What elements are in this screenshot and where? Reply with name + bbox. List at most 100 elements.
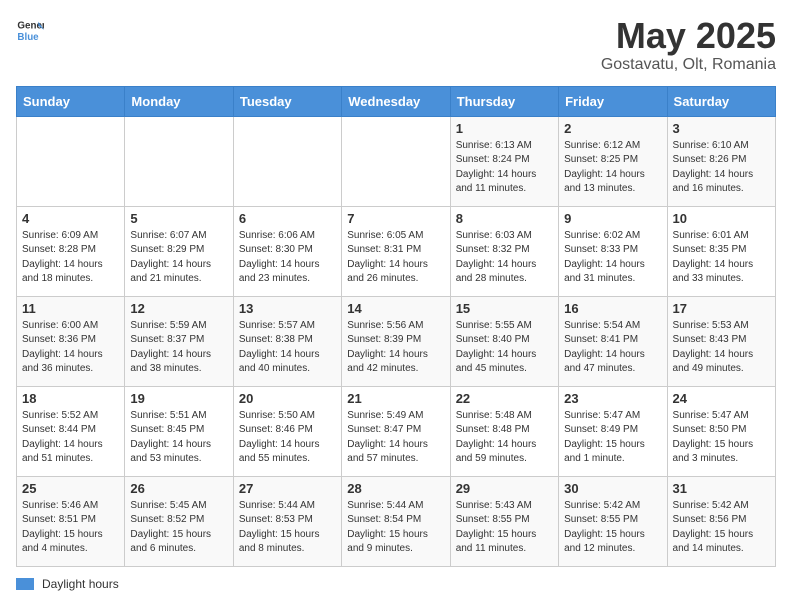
day-number: 1 <box>456 121 553 136</box>
week-row-2: 4Sunrise: 6:09 AM Sunset: 8:28 PM Daylig… <box>17 206 776 296</box>
day-info: Sunrise: 5:54 AM Sunset: 8:41 PM Dayligh… <box>564 319 661 377</box>
calendar-cell: 28 Sunrise: 5:44 AM Sunset: 8:54 PM Dayli… <box>342 476 450 566</box>
day-number: 29 <box>456 481 553 496</box>
day-number: 2 <box>564 121 661 136</box>
day-info: Sunrise: 5:57 AM Sunset: 8:38 PM Dayligh… <box>239 319 336 377</box>
calendar-cell: 24 Sunrise: 5:47 AM Sunset: 8:50 PM Dayli… <box>667 386 775 476</box>
week-row-1: 1 Sunrise: 6:13 AM Sunset: 8:24 PM Daylig… <box>17 116 776 206</box>
calendar-cell: 7 Sunrise: 6:05 AM Sunset: 8:31 PM Daylig… <box>342 206 450 296</box>
day-info: Sunrise: 5:44 AM Sunset: 8:54 PM Dayligh… <box>347 499 444 557</box>
logo: General Blue <box>16 16 44 44</box>
day-info: Sunrise: 5:47 AM Sunset: 8:49 PM Dayligh… <box>564 409 661 467</box>
day-info: Sunrise: 5:59 AM Sunset: 8:37 PM Dayligh… <box>130 319 227 377</box>
calendar-cell <box>17 116 125 206</box>
calendar-cell: 31 Sunrise: 5:42 AM Sunset: 8:56 PM Dayli… <box>667 476 775 566</box>
calendar-cell: 26 Sunrise: 5:45 AM Sunset: 8:52 PM Dayli… <box>125 476 233 566</box>
header-day-friday: Friday <box>559 86 667 116</box>
day-number: 3 <box>673 121 770 136</box>
calendar-cell: 1 Sunrise: 6:13 AM Sunset: 8:24 PM Daylig… <box>450 116 558 206</box>
calendar-cell: 21 Sunrise: 5:49 AM Sunset: 8:47 PM Dayli… <box>342 386 450 476</box>
day-info: Sunrise: 6:00 AM Sunset: 8:36 PM Dayligh… <box>22 319 119 377</box>
subtitle: Gostavatu, Olt, Romania <box>601 56 776 74</box>
calendar-cell <box>233 116 341 206</box>
week-row-5: 25Sunrise: 5:46 AM Sunset: 8:51 PM Dayli… <box>17 476 776 566</box>
calendar-header: SundayMondayTuesdayWednesdayThursdayFrid… <box>17 86 776 116</box>
day-info: Sunrise: 5:44 AM Sunset: 8:53 PM Dayligh… <box>239 499 336 557</box>
calendar-body: 1 Sunrise: 6:13 AM Sunset: 8:24 PM Daylig… <box>17 116 776 566</box>
day-info: Sunrise: 6:05 AM Sunset: 8:31 PM Dayligh… <box>347 229 444 287</box>
day-info: Sunrise: 5:53 AM Sunset: 8:43 PM Dayligh… <box>673 319 770 377</box>
calendar-cell <box>125 116 233 206</box>
day-number: 13 <box>239 301 336 316</box>
calendar-cell: 12Sunrise: 5:59 AM Sunset: 8:37 PM Dayli… <box>125 296 233 386</box>
header-day-thursday: Thursday <box>450 86 558 116</box>
day-number: 19 <box>130 391 227 406</box>
day-info: Sunrise: 5:55 AM Sunset: 8:40 PM Dayligh… <box>456 319 553 377</box>
day-number: 30 <box>564 481 661 496</box>
day-number: 11 <box>22 301 119 316</box>
day-info: Sunrise: 6:13 AM Sunset: 8:24 PM Dayligh… <box>456 139 553 197</box>
day-number: 28 <box>347 481 444 496</box>
day-info: Sunrise: 6:10 AM Sunset: 8:26 PM Dayligh… <box>673 139 770 197</box>
day-number: 9 <box>564 211 661 226</box>
legend: Daylight hours <box>16 577 776 591</box>
day-info: Sunrise: 5:56 AM Sunset: 8:39 PM Dayligh… <box>347 319 444 377</box>
day-number: 16 <box>564 301 661 316</box>
calendar-cell: 5Sunrise: 6:07 AM Sunset: 8:29 PM Daylig… <box>125 206 233 296</box>
day-number: 17 <box>673 301 770 316</box>
week-row-3: 11 Sunrise: 6:00 AM Sunset: 8:36 PM Dayli… <box>17 296 776 386</box>
calendar-cell: 4Sunrise: 6:09 AM Sunset: 8:28 PM Daylig… <box>17 206 125 296</box>
header-row: SundayMondayTuesdayWednesdayThursdayFrid… <box>17 86 776 116</box>
day-info: Sunrise: 5:47 AM Sunset: 8:50 PM Dayligh… <box>673 409 770 467</box>
svg-text:Blue: Blue <box>17 32 39 43</box>
day-info: Sunrise: 6:01 AM Sunset: 8:35 PM Dayligh… <box>673 229 770 287</box>
day-number: 31 <box>673 481 770 496</box>
day-info: Sunrise: 5:52 AM Sunset: 8:44 PM Dayligh… <box>22 409 119 467</box>
day-info: Sunrise: 5:43 AM Sunset: 8:55 PM Dayligh… <box>456 499 553 557</box>
day-number: 23 <box>564 391 661 406</box>
day-number: 27 <box>239 481 336 496</box>
calendar-cell: 16 Sunrise: 5:54 AM Sunset: 8:41 PM Dayli… <box>559 296 667 386</box>
calendar-cell: 23 Sunrise: 5:47 AM Sunset: 8:49 PM Dayli… <box>559 386 667 476</box>
header-day-wednesday: Wednesday <box>342 86 450 116</box>
calendar-cell: 22Sunrise: 5:48 AM Sunset: 8:48 PM Dayli… <box>450 386 558 476</box>
calendar-cell: 30 Sunrise: 5:42 AM Sunset: 8:55 PM Dayli… <box>559 476 667 566</box>
day-info: Sunrise: 5:50 AM Sunset: 8:46 PM Dayligh… <box>239 409 336 467</box>
calendar-cell: 9 Sunrise: 6:02 AM Sunset: 8:33 PM Daylig… <box>559 206 667 296</box>
day-info: Sunrise: 5:45 AM Sunset: 8:52 PM Dayligh… <box>130 499 227 557</box>
day-number: 18 <box>22 391 119 406</box>
day-number: 14 <box>347 301 444 316</box>
header-day-tuesday: Tuesday <box>233 86 341 116</box>
calendar-cell: 15Sunrise: 5:55 AM Sunset: 8:40 PM Dayli… <box>450 296 558 386</box>
legend-color-box <box>16 578 34 590</box>
day-info: Sunrise: 5:49 AM Sunset: 8:47 PM Dayligh… <box>347 409 444 467</box>
day-info: Sunrise: 5:42 AM Sunset: 8:56 PM Dayligh… <box>673 499 770 557</box>
calendar-cell: 25Sunrise: 5:46 AM Sunset: 8:51 PM Dayli… <box>17 476 125 566</box>
day-info: Sunrise: 6:12 AM Sunset: 8:25 PM Dayligh… <box>564 139 661 197</box>
day-info: Sunrise: 5:48 AM Sunset: 8:48 PM Dayligh… <box>456 409 553 467</box>
calendar-cell: 27 Sunrise: 5:44 AM Sunset: 8:53 PM Dayli… <box>233 476 341 566</box>
day-number: 21 <box>347 391 444 406</box>
day-info: Sunrise: 5:51 AM Sunset: 8:45 PM Dayligh… <box>130 409 227 467</box>
day-info: Sunrise: 6:09 AM Sunset: 8:28 PM Dayligh… <box>22 229 119 287</box>
calendar-cell: 10Sunrise: 6:01 AM Sunset: 8:35 PM Dayli… <box>667 206 775 296</box>
day-info: Sunrise: 5:42 AM Sunset: 8:55 PM Dayligh… <box>564 499 661 557</box>
day-number: 26 <box>130 481 227 496</box>
day-number: 24 <box>673 391 770 406</box>
calendar-cell: 2 Sunrise: 6:12 AM Sunset: 8:25 PM Daylig… <box>559 116 667 206</box>
day-number: 20 <box>239 391 336 406</box>
calendar-cell: 29 Sunrise: 5:43 AM Sunset: 8:55 PM Dayli… <box>450 476 558 566</box>
day-info: Sunrise: 6:06 AM Sunset: 8:30 PM Dayligh… <box>239 229 336 287</box>
day-info: Sunrise: 6:02 AM Sunset: 8:33 PM Dayligh… <box>564 229 661 287</box>
header-day-sunday: Sunday <box>17 86 125 116</box>
title-area: May 2025 Gostavatu, Olt, Romania <box>601 16 776 74</box>
day-number: 7 <box>347 211 444 226</box>
calendar-cell: 19 Sunrise: 5:51 AM Sunset: 8:45 PM Dayli… <box>125 386 233 476</box>
header: General Blue May 2025 Gostavatu, Olt, Ro… <box>16 16 776 74</box>
calendar-cell: 14 Sunrise: 5:56 AM Sunset: 8:39 PM Dayli… <box>342 296 450 386</box>
day-number: 25 <box>22 481 119 496</box>
day-number: 5 <box>130 211 227 226</box>
week-row-4: 18 Sunrise: 5:52 AM Sunset: 8:44 PM Dayli… <box>17 386 776 476</box>
calendar-cell: 3 Sunrise: 6:10 AM Sunset: 8:26 PM Daylig… <box>667 116 775 206</box>
logo-icon: General Blue <box>16 16 44 44</box>
